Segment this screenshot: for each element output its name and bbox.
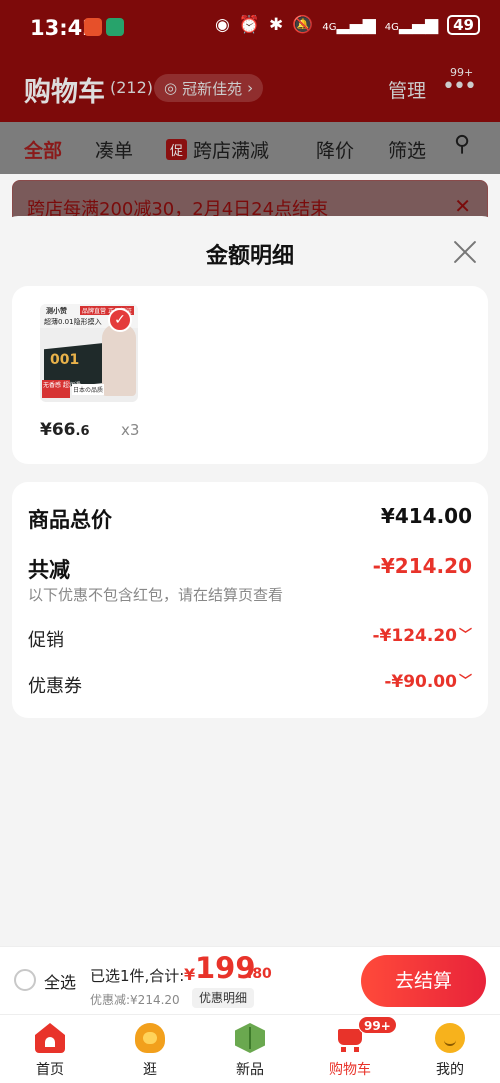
note-text: 以下优惠不包含红包，请在结算页查看 bbox=[28, 586, 284, 604]
nav-item-stroll[interactable]: 逛 bbox=[100, 1023, 200, 1079]
signal-icon: 4G▂▄▆ bbox=[322, 15, 376, 35]
selected-count: 已选1件,合计: bbox=[90, 967, 185, 985]
status-indicators: ◉ ⏰ ✱ 🔕 4G▂▄▆ 4G▂▄▆ 49 bbox=[215, 15, 480, 35]
image-jp-text: 日本の品质 bbox=[72, 384, 105, 395]
total-label: 商品总价 bbox=[28, 508, 112, 532]
checkout-bar: 全选 已选1件,合计: ¥ 199 .80 优惠减:¥214.20 优惠明细 去… bbox=[0, 946, 500, 1014]
image-number: 001 bbox=[50, 352, 80, 368]
promo-value-wrap: -¥124.20 ﹀ bbox=[372, 626, 472, 646]
coupon-value-wrap: -¥90.00 ﹀ bbox=[384, 672, 472, 692]
cart-item-count: (212) bbox=[110, 78, 154, 97]
image-subtitle: 超薄0.01隐形摸入 bbox=[44, 318, 102, 326]
tab-price-drop[interactable]: 降价 bbox=[316, 136, 354, 163]
tab-combine[interactable]: 凑单 bbox=[95, 136, 133, 163]
reduced-value: -¥214.20 bbox=[372, 554, 472, 578]
nav-label: 我的 bbox=[436, 1062, 464, 1078]
cart-badge: 99+ bbox=[358, 1016, 397, 1034]
discount-summary: 优惠减:¥214.20 bbox=[90, 993, 180, 1007]
image-brand: 测小赞 bbox=[46, 307, 67, 315]
select-all-label[interactable]: 全选 bbox=[44, 969, 76, 993]
product-card: 测小赞 品牌直营 正品保证 超薄0.01隐形摸入 001 无香感 超润滑 日本の… bbox=[12, 286, 488, 464]
filter-tabs: 全部 凑单 促跨店满减 降价 筛选 ⚲ bbox=[0, 122, 500, 174]
search-icon[interactable]: ⚲ bbox=[454, 132, 470, 157]
nav-label: 首页 bbox=[36, 1062, 64, 1078]
nav-label: 购物车 bbox=[329, 1062, 371, 1078]
bluetooth-icon: ✱ bbox=[268, 15, 284, 35]
store-location-pill[interactable]: ◎ 冠新佳苑 › bbox=[154, 74, 264, 102]
mute-icon: 🔕 bbox=[292, 15, 314, 35]
store-name: 冠新佳苑 bbox=[182, 79, 243, 98]
chevron-right-icon: › bbox=[247, 79, 254, 97]
tab-cross-store-label: 跨店满减 bbox=[193, 140, 270, 162]
tab-cross-store[interactable]: 促跨店满减 bbox=[166, 136, 269, 163]
nav-item-new[interactable]: 新品 bbox=[200, 1023, 300, 1079]
app-notification-icon bbox=[106, 18, 124, 36]
eye-icon: ◉ bbox=[214, 15, 230, 35]
price-detail-card: 商品总价 ¥414.00 共减 -¥214.20 以下优惠不包含红包，请在结算页… bbox=[12, 482, 488, 718]
total-value: ¥414.00 bbox=[380, 504, 472, 528]
select-all-checkbox[interactable] bbox=[14, 969, 36, 991]
image-model bbox=[102, 324, 136, 396]
price-main: ¥66 bbox=[40, 420, 76, 440]
price-decimal: .6 bbox=[75, 424, 90, 439]
cart-header: 购物车 (212) ◎ 冠新佳苑 › 管理 99+ ••• bbox=[0, 60, 500, 116]
promo-tag: 促 bbox=[166, 139, 188, 160]
stroll-icon bbox=[135, 1023, 165, 1053]
discount-detail-button[interactable]: 优惠明细 bbox=[192, 988, 255, 1008]
checkout-button[interactable]: 去结算 bbox=[361, 955, 486, 1007]
page-title: 购物车 bbox=[24, 77, 105, 108]
promo-value: -¥124.20 bbox=[372, 626, 457, 646]
total-currency: ¥ bbox=[184, 965, 196, 984]
tab-filter[interactable]: 筛选 bbox=[388, 136, 426, 163]
nav-item-mine[interactable]: 我的 bbox=[400, 1023, 500, 1079]
product-price: ¥66.6 bbox=[40, 420, 89, 440]
more-options-icon[interactable]: ••• bbox=[442, 74, 477, 99]
tab-all[interactable]: 全部 bbox=[24, 136, 62, 163]
product-quantity: x3 bbox=[121, 421, 140, 439]
status-bar: 13:42 ◉ ⏰ ✱ 🔕 4G▂▄▆ 4G▂▄▆ 49 bbox=[0, 0, 500, 56]
new-products-icon bbox=[235, 1023, 265, 1053]
product-image[interactable]: 测小赞 品牌直营 正品保证 超薄0.01隐形摸入 001 无香感 超润滑 日本の… bbox=[40, 304, 138, 402]
coupon-value: -¥90.00 bbox=[384, 672, 457, 692]
close-icon[interactable] bbox=[452, 238, 478, 264]
checkmark-icon: ✓ bbox=[108, 308, 132, 332]
nav-item-home[interactable]: 首页 bbox=[0, 1023, 100, 1079]
mine-icon bbox=[435, 1023, 465, 1053]
sheet-title: 金额明细 bbox=[205, 244, 294, 269]
coupon-label: 优惠券 bbox=[28, 676, 82, 697]
chevron-down-icon: ﹀ bbox=[458, 628, 472, 643]
reduced-label: 共减 bbox=[28, 558, 70, 582]
promo-label: 促销 bbox=[28, 630, 64, 651]
signal-icon: 4G▂▄▆ bbox=[384, 15, 439, 35]
total-amount-decimal: .80 bbox=[247, 966, 272, 982]
alarm-icon: ⏰ bbox=[238, 15, 260, 35]
close-icon[interactable]: ✕ bbox=[454, 194, 471, 218]
app-notification-icon bbox=[84, 18, 102, 36]
amount-detail-sheet: 金额明细 测小赞 品牌直营 正品保证 超薄0.01隐形摸入 001 无香感 超润… bbox=[0, 216, 500, 946]
eye-icon: ◎ bbox=[164, 79, 178, 97]
manage-button[interactable]: 管理 bbox=[388, 76, 426, 103]
nav-label: 逛 bbox=[143, 1062, 157, 1078]
bottom-nav: 首页 逛 新品 购物车 我的 bbox=[0, 1014, 500, 1083]
chevron-down-icon: ﹀ bbox=[458, 674, 472, 689]
battery-indicator: 49 bbox=[447, 15, 480, 35]
nav-label: 新品 bbox=[236, 1062, 264, 1078]
home-icon bbox=[35, 1023, 65, 1053]
